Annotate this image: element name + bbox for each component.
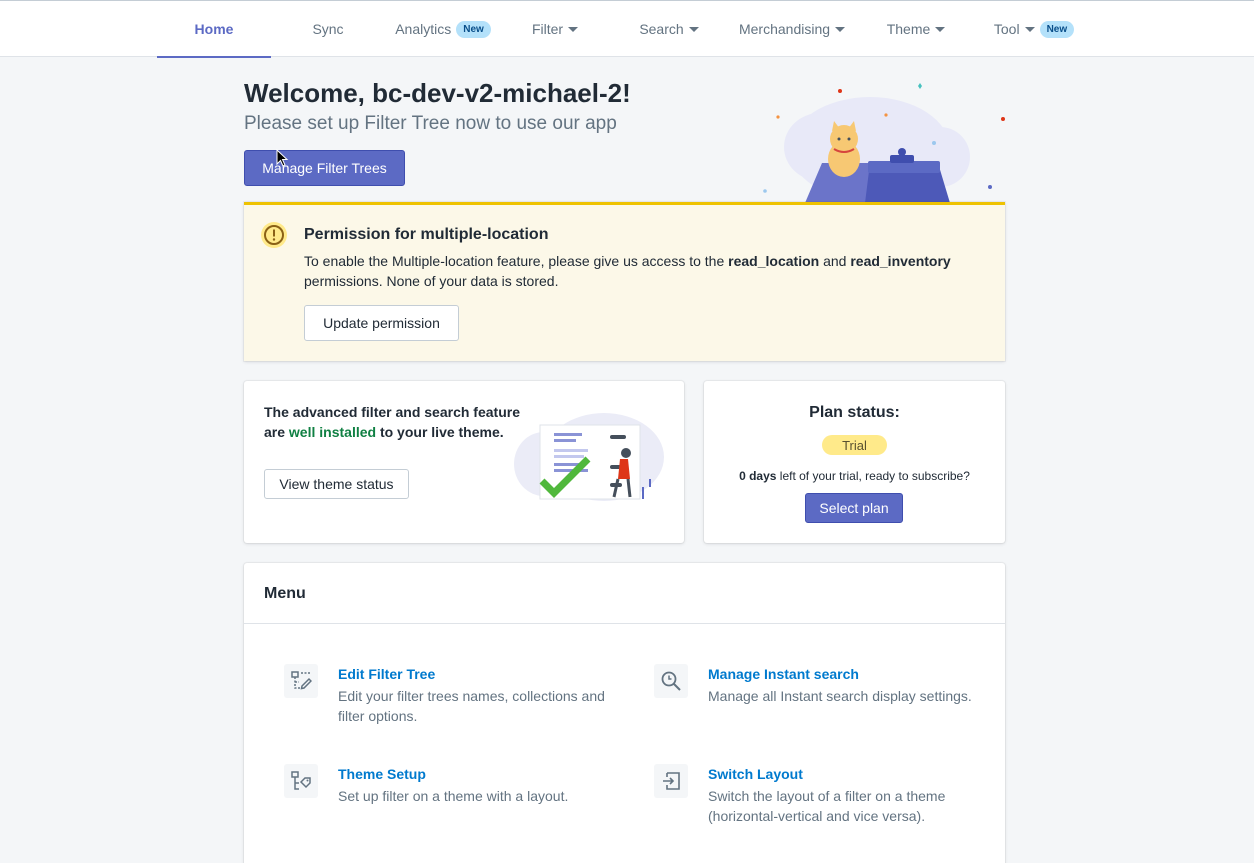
- edit-filter-tree-link[interactable]: Edit Filter Tree: [338, 666, 435, 682]
- banner-text-part: and: [819, 253, 851, 269]
- tab-label: Merchandising: [738, 21, 831, 37]
- trial-status-text: 0 days left of your trial, ready to subs…: [704, 469, 1005, 483]
- caret-down-icon: [568, 26, 579, 32]
- menu-card: Menu Edit Filter Tree Edit your filter t…: [244, 563, 1005, 863]
- banner-text-part: To enable the Multiple-location feature,…: [304, 253, 729, 269]
- welcome-title: Welcome, bc-dev-v2-michael-2!: [244, 78, 631, 108]
- welcome-cat-illustration: [763, 83, 1005, 203]
- caret-down-icon: [1024, 26, 1035, 32]
- caret-down-icon: [935, 26, 946, 32]
- switch-layout-icon: [654, 764, 688, 798]
- caret-down-icon: [835, 26, 846, 32]
- plan-status-title: Plan status:: [809, 404, 900, 421]
- menu-item-description: Manage all Instant search display settin…: [708, 688, 972, 704]
- installed-highlight: well installed: [288, 424, 377, 440]
- tab-label: Theme: [886, 21, 931, 37]
- warning-circle-icon: [261, 222, 287, 248]
- tab-theme[interactable]: Theme: [876, 1, 956, 57]
- menu-title: Menu: [264, 585, 306, 602]
- tab-label: Search: [639, 21, 684, 37]
- tab-label: Analytics: [395, 21, 452, 37]
- menu-item-description: Set up filter on a theme with a layout.: [338, 788, 569, 804]
- theme-status-text: The advanced filter and search feature a…: [264, 402, 534, 442]
- welcome-subtitle: Please set up Filter Tree now to use our…: [244, 113, 617, 134]
- manage-instant-search-link[interactable]: Manage Instant search: [708, 666, 859, 682]
- filter-tree-edit-icon: [284, 664, 318, 698]
- view-theme-status-button[interactable]: View theme status: [264, 469, 409, 499]
- tab-label: Tool: [993, 21, 1020, 37]
- tab-label: Home: [194, 21, 234, 37]
- update-permission-button[interactable]: Update permission: [304, 305, 459, 341]
- tab-sync[interactable]: Sync: [290, 1, 366, 57]
- menu-item-description: Edit your filter trees names, collection…: [338, 688, 605, 724]
- search-icon: [654, 664, 688, 698]
- tab-filter[interactable]: Filter: [518, 1, 592, 57]
- menu-item-description: Switch the layout of a filter on a theme…: [708, 788, 946, 824]
- banner-title: Permission for multiple-location: [304, 226, 549, 243]
- banner-text-part: permissions. None of your data is stored…: [304, 273, 559, 289]
- tab-home[interactable]: Home: [157, 1, 271, 58]
- permission-name: read_inventory: [850, 253, 951, 269]
- new-badge: New: [456, 20, 491, 38]
- permission-name: read_location: [728, 253, 820, 269]
- select-plan-button[interactable]: Select plan: [805, 493, 903, 523]
- new-badge: New: [1039, 20, 1075, 38]
- menu-header: Menu: [244, 563, 1005, 624]
- permission-warning-banner: Permission for multiple-location To enab…: [244, 202, 1005, 361]
- tab-search[interactable]: Search: [630, 1, 708, 57]
- switch-layout-link[interactable]: Switch Layout: [708, 766, 803, 782]
- mouse-cursor-icon: [276, 149, 289, 167]
- tab-label: Filter: [531, 21, 564, 37]
- theme-setup-link[interactable]: Theme Setup: [338, 766, 426, 782]
- plan-status-card: Plan status: Trial 0 days left of your t…: [704, 381, 1005, 543]
- trial-badge: Trial: [822, 435, 887, 455]
- tab-analytics[interactable]: Analytics New: [385, 1, 501, 57]
- caret-down-icon: [688, 26, 699, 32]
- manage-filter-trees-button[interactable]: Manage Filter Trees: [244, 150, 405, 186]
- top-nav: Home Sync Analytics New Filter Search Me…: [0, 1, 1254, 58]
- tab-merchandising[interactable]: Merchandising: [730, 1, 854, 57]
- tab-label: Sync: [312, 21, 344, 37]
- tab-tool[interactable]: Tool New: [984, 1, 1084, 57]
- trial-text: left of your trial, ready to subscribe?: [776, 469, 970, 483]
- banner-message: To enable the Multiple-location feature,…: [304, 251, 994, 291]
- trial-days: 0 days: [739, 469, 777, 483]
- theme-setup-icon: [284, 764, 318, 798]
- theme-text-part: to your live theme.: [376, 424, 504, 440]
- theme-installed-illustration: [514, 413, 664, 501]
- theme-status-card: The advanced filter and search feature a…: [244, 381, 684, 543]
